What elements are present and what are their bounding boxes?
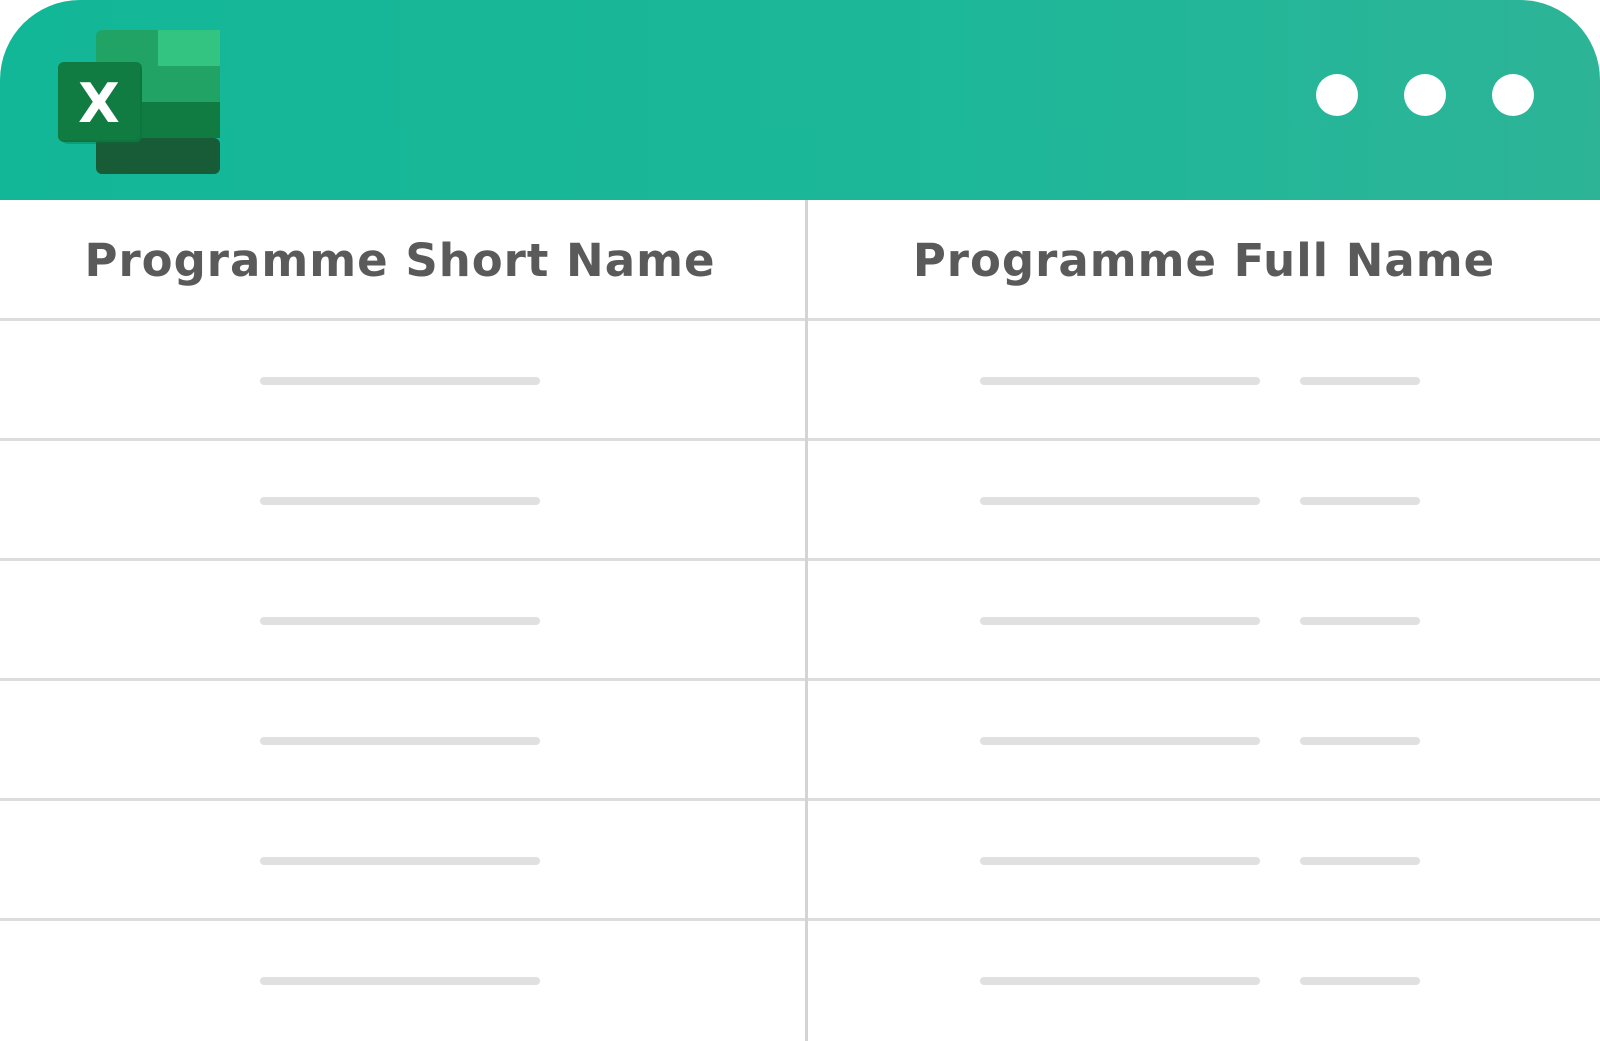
placeholder-cell-short [260, 617, 540, 625]
placeholder-cell-full-suffix [1300, 737, 1420, 745]
table-row[interactable] [0, 801, 1600, 921]
window-control-dot-1[interactable] [1316, 74, 1358, 116]
table-row[interactable] [0, 441, 1600, 561]
placeholder-cell-full [980, 857, 1260, 865]
placeholder-cell-short [260, 737, 540, 745]
table-header-row: Programme Short Name Programme Full Name [0, 200, 1600, 321]
spreadsheet-window: X Programme Short Name Programme Full Na… [0, 0, 1600, 1041]
placeholder-cell-short [260, 977, 540, 985]
window-control-dot-2[interactable] [1404, 74, 1446, 116]
placeholder-cell-full-suffix [1300, 377, 1420, 385]
excel-logo-letter: X [78, 72, 120, 135]
placeholder-cell-full-suffix [1300, 617, 1420, 625]
header-programme-full-name[interactable]: Programme Full Name [808, 200, 1600, 321]
title-bar: X [0, 0, 1600, 200]
table-row[interactable] [0, 681, 1600, 801]
spreadsheet-grid: Programme Short Name Programme Full Name [0, 200, 1600, 1041]
header-programme-short-name[interactable]: Programme Short Name [0, 200, 800, 321]
placeholder-cell-short [260, 857, 540, 865]
placeholder-cell-short [260, 497, 540, 505]
excel-icon: X [58, 30, 224, 174]
table-row[interactable] [0, 321, 1600, 441]
table-row[interactable] [0, 561, 1600, 681]
window-controls [1316, 74, 1534, 116]
table-row[interactable] [0, 921, 1600, 1041]
placeholder-cell-full [980, 737, 1260, 745]
placeholder-cell-full [980, 617, 1260, 625]
column-divider[interactable] [805, 200, 808, 1041]
placeholder-cell-full [980, 977, 1260, 985]
window-control-dot-3[interactable] [1492, 74, 1534, 116]
placeholder-cell-full [980, 377, 1260, 385]
placeholder-cell-full-suffix [1300, 977, 1420, 985]
placeholder-cell-full [980, 497, 1260, 505]
placeholder-cell-full-suffix [1300, 857, 1420, 865]
placeholder-cell-short [260, 377, 540, 385]
placeholder-cell-full-suffix [1300, 497, 1420, 505]
